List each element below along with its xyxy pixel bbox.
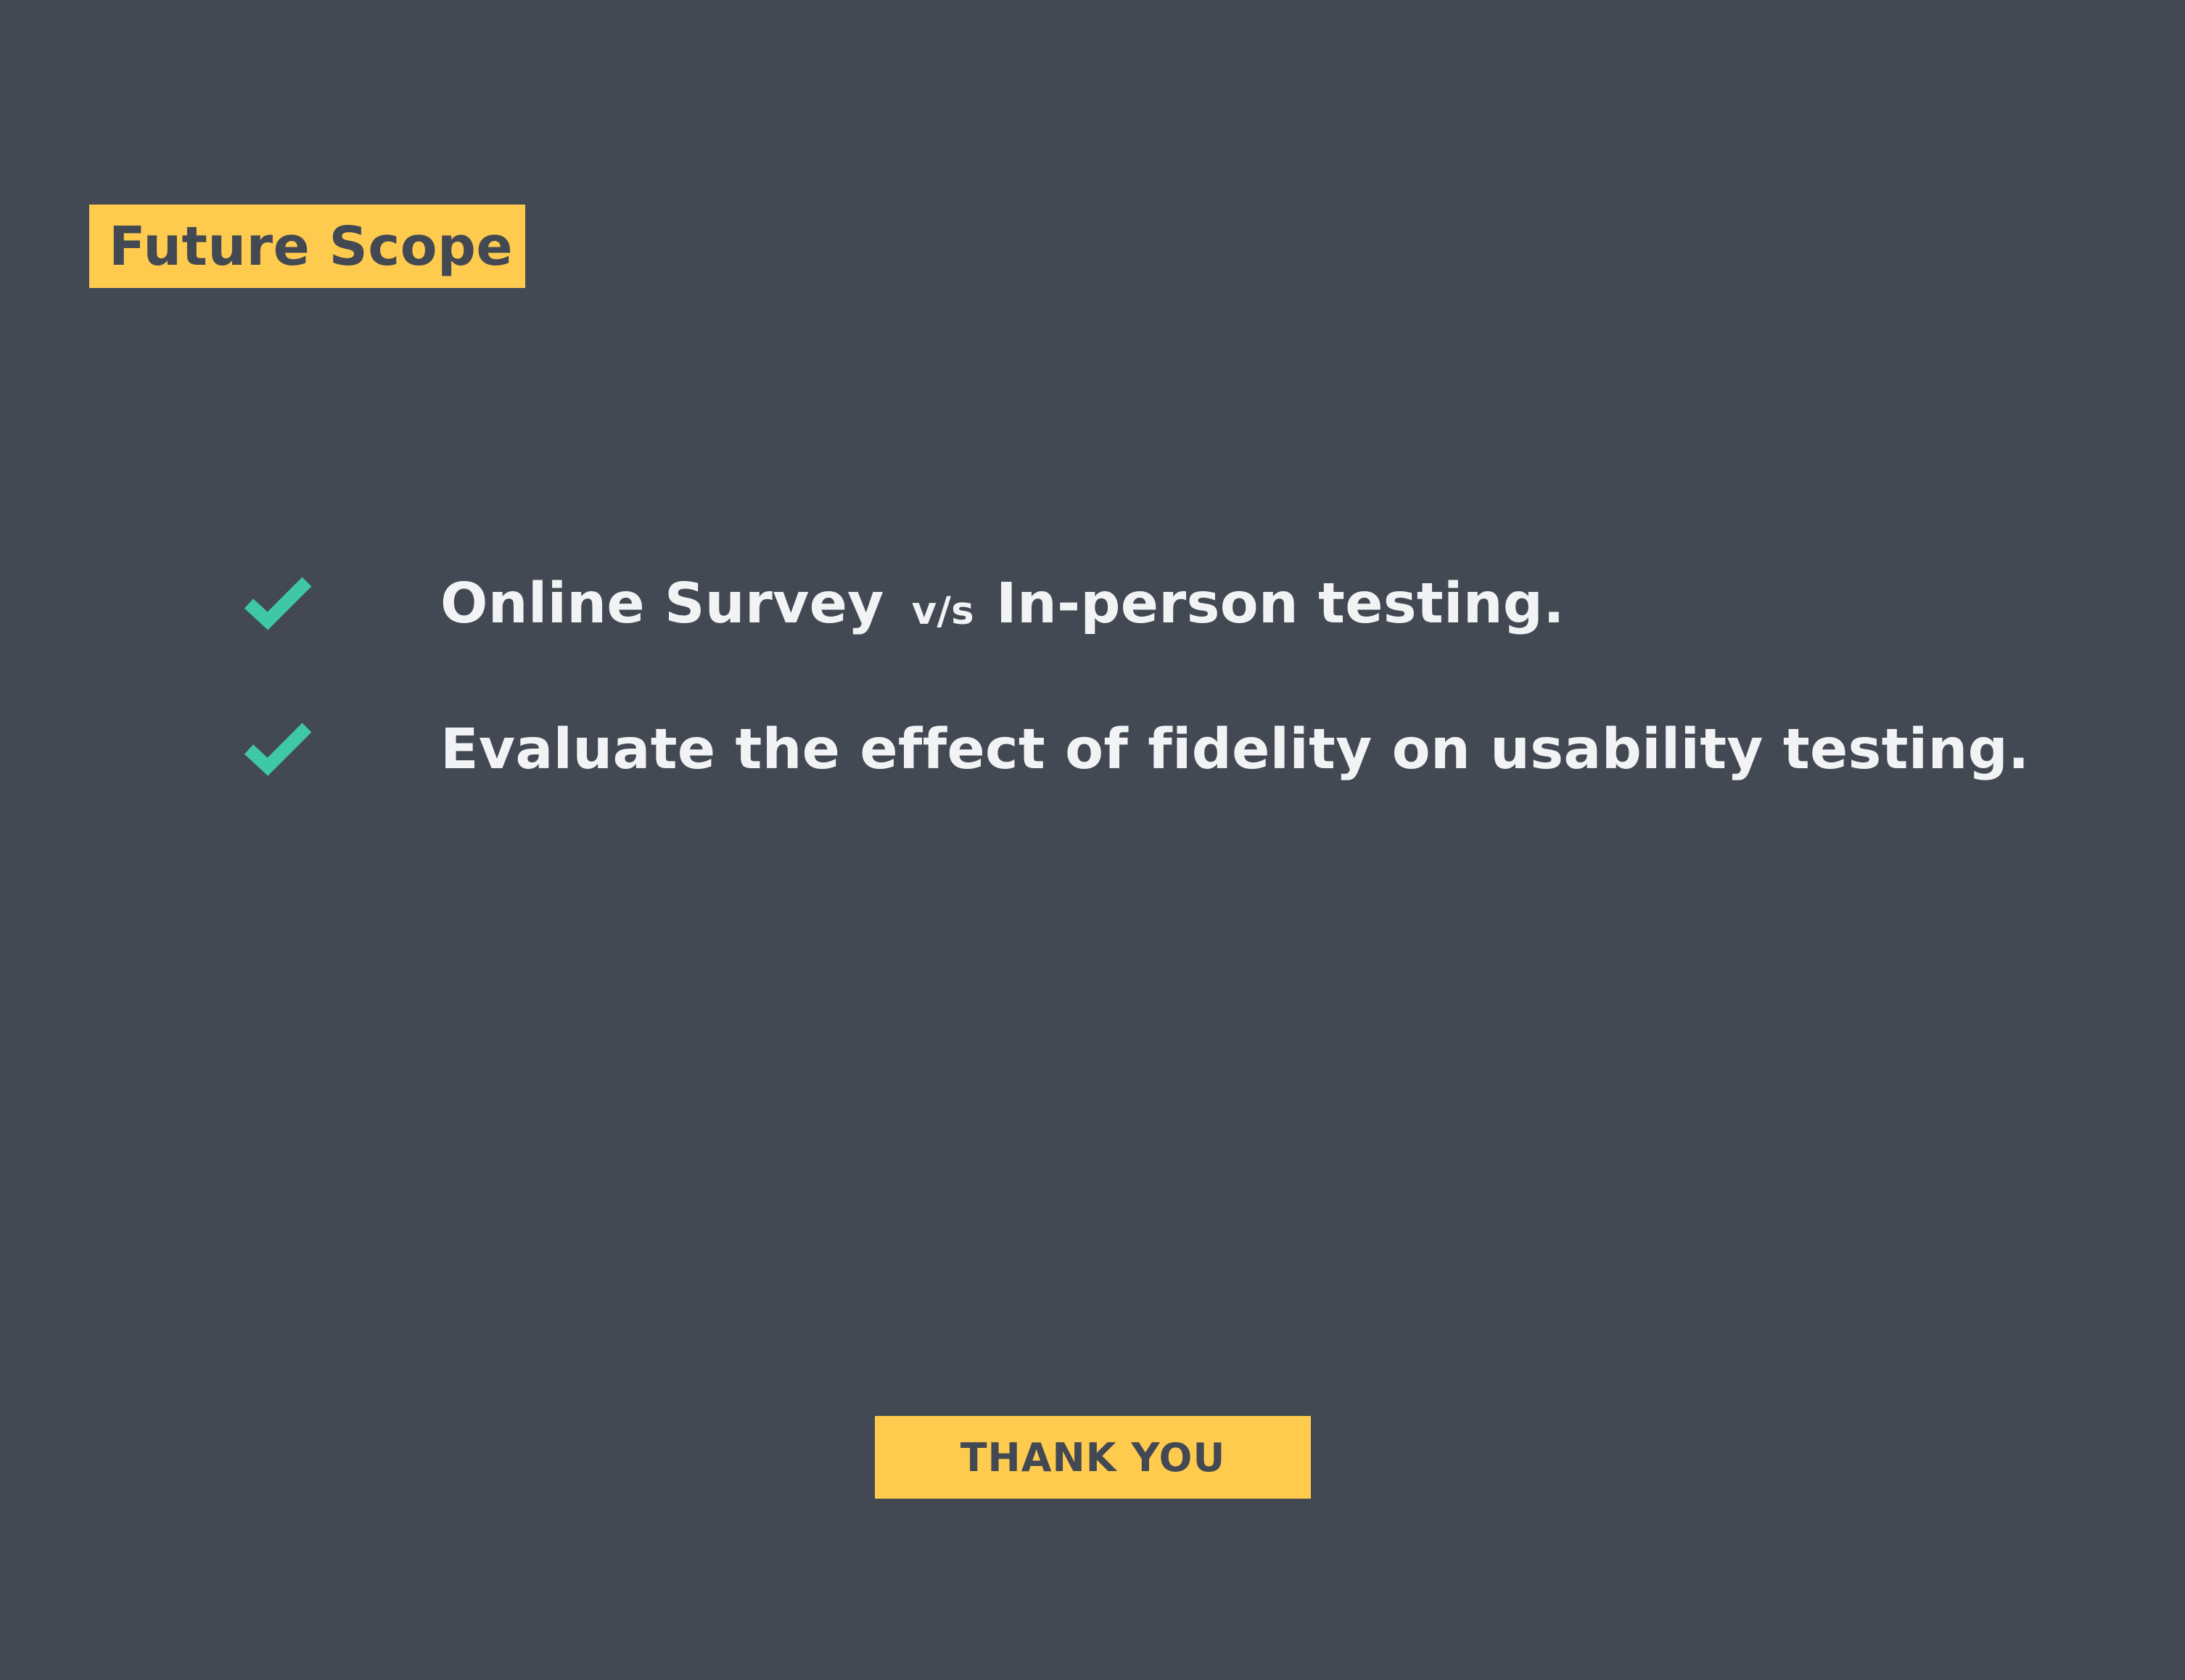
- footer-text: THANK YOU: [960, 1434, 1226, 1481]
- footer-tag: THANK YOU: [875, 1416, 1311, 1499]
- check-icon: [244, 577, 312, 630]
- check-icon: [244, 722, 312, 776]
- bullet-text-before: Online Survey: [440, 571, 884, 636]
- slide: Future Scope Online Survey v/s In-person t…: [0, 0, 2185, 1680]
- bullet-text: Online Survey v/s In-person testing.: [440, 572, 1565, 636]
- bullet-text: Evaluate the effect of fidelity on usabi…: [440, 717, 2030, 782]
- title-tag: Future Scope: [89, 205, 525, 288]
- bullet-item: Evaluate the effect of fidelity on usabi…: [243, 709, 2030, 789]
- bullet-connector: v/s: [911, 588, 975, 633]
- bullet-text-after: In-person testing.: [996, 571, 1565, 636]
- slide-title: Future Scope: [109, 215, 514, 278]
- bullet-item: Online Survey v/s In-person testing.: [243, 564, 1565, 643]
